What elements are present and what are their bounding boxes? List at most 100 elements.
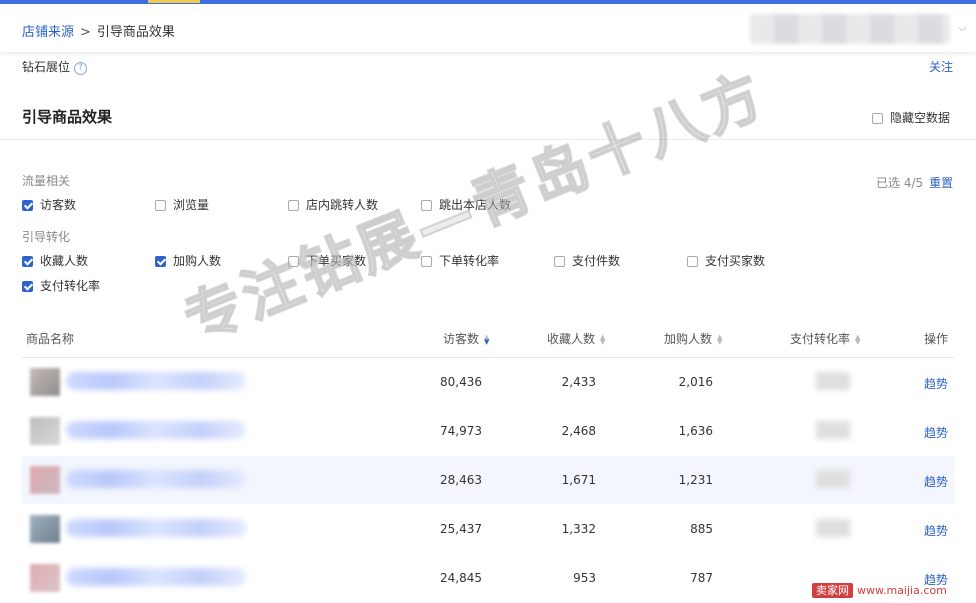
product-name-blurred[interactable] (66, 519, 246, 537)
trend-link[interactable]: 趋势 (924, 424, 948, 441)
favorites-cell: 1,332 (561, 522, 596, 536)
table-row: 28,463 1,671 1,231 趋势 (22, 456, 954, 504)
favorites-cell: 953 (573, 571, 596, 585)
sort-icon[interactable]: ▲ ▼ (717, 334, 722, 346)
checkbox-checked-icon[interactable] (22, 200, 33, 211)
header-bar: 店铺来源 > 引导商品效果 ⌵ (0, 4, 976, 52)
checkbox-icon[interactable] (288, 256, 299, 267)
trend-link[interactable]: 趋势 (924, 375, 948, 392)
metric-option-pay-items[interactable]: 支付件数 (554, 252, 620, 269)
pay-rate-blurred (816, 519, 850, 537)
column-header-product: 商品名称 (26, 332, 75, 346)
column-header-label: 加购人数 (664, 332, 713, 346)
checkbox-icon[interactable] (872, 113, 883, 124)
metric-option-pay-rate[interactable]: 支付转化率 (22, 277, 100, 294)
shop-selector-blurred[interactable] (750, 14, 950, 44)
reset-link[interactable]: 重置 (929, 176, 953, 190)
checkbox-icon[interactable] (421, 200, 432, 211)
checkbox-icon[interactable] (687, 256, 698, 267)
source-label: 钻石展位? (22, 58, 88, 75)
column-header-label: 支付转化率 (790, 332, 851, 346)
selected-count: 已选 4/5 重置 (876, 174, 953, 191)
page-title: 引导商品效果 (22, 108, 113, 126)
metric-option-order-buyers[interactable]: 下单买家数 (288, 252, 366, 269)
checkbox-icon[interactable] (155, 200, 166, 211)
trend-link[interactable]: 趋势 (924, 522, 948, 539)
add-cart-cell: 1,231 (678, 473, 713, 487)
metric-option-label: 支付买家数 (705, 254, 766, 268)
breadcrumb: 店铺来源 > 引导商品效果 (22, 21, 175, 40)
add-cart-cell: 885 (690, 522, 713, 536)
follow-link[interactable]: 关注 (929, 58, 953, 75)
checkbox-icon[interactable] (554, 256, 565, 267)
active-tab-marker (148, 0, 200, 3)
metric-option-label: 下单转化率 (439, 254, 500, 268)
metric-option-label: 支付件数 (572, 254, 621, 268)
column-header-visitors[interactable]: 访客数 ▲ ▼ (443, 330, 489, 347)
product-name-blurred[interactable] (66, 372, 246, 390)
product-name-blurred[interactable] (66, 421, 246, 439)
metric-option-favorites[interactable]: 收藏人数 (22, 252, 88, 269)
column-header-favorites[interactable]: 收藏人数 ▲ ▼ (547, 330, 605, 347)
table-row: 80,436 2,433 2,016 趋势 (22, 358, 954, 406)
add-cart-cell: 2,016 (678, 375, 713, 389)
pay-rate-blurred (816, 372, 850, 390)
product-thumbnail-blurred (30, 564, 60, 592)
column-header-label: 访客数 (443, 332, 480, 346)
visitors-cell: 25,437 (440, 522, 482, 536)
visitors-cell: 24,845 (440, 571, 482, 585)
help-icon[interactable]: ? (74, 62, 88, 75)
metric-option-label: 跳出本店人数 (439, 198, 512, 212)
product-name-blurred[interactable] (66, 470, 246, 488)
breadcrumb-parent-link[interactable]: 店铺来源 (22, 25, 74, 40)
table-row: 25,437 1,332 885 趋势 (22, 505, 954, 553)
sort-icon[interactable]: ▲ ▼ (855, 334, 860, 346)
column-header-add-cart[interactable]: 加购人数 ▲ ▼ (664, 330, 722, 347)
favorites-cell: 1,671 (561, 473, 596, 487)
metric-option-inshop-jumps[interactable]: 店内跳转人数 (288, 196, 378, 213)
group-label-traffic: 流量相关 (22, 174, 71, 188)
chevron-down-icon[interactable]: ⌵ (958, 21, 966, 35)
metric-option-add-cart[interactable]: 加购人数 (155, 252, 221, 269)
breadcrumb-current: 引导商品效果 (96, 25, 175, 40)
metric-option-pay-buyers[interactable]: 支付买家数 (687, 252, 765, 269)
metric-option-order-rate[interactable]: 下单转化率 (421, 252, 499, 269)
column-header-action: 操作 (924, 332, 949, 346)
checkbox-icon[interactable] (421, 256, 432, 267)
breadcrumb-separator: > (80, 25, 91, 40)
checkbox-checked-icon[interactable] (22, 281, 33, 292)
site-watermark: 卖家网 www.maijia.com (812, 582, 947, 598)
add-cart-cell: 787 (690, 571, 713, 585)
group-label-conversion: 引导转化 (22, 230, 71, 244)
sort-desc-active-icon[interactable]: ▲ ▼ (484, 334, 489, 346)
metric-option-label: 店内跳转人数 (306, 198, 379, 212)
metric-option-pageviews[interactable]: 浏览量 (155, 196, 209, 213)
metric-option-label: 访客数 (40, 198, 77, 212)
metric-option-label: 下单买家数 (306, 254, 367, 268)
product-thumbnail-blurred (30, 515, 60, 543)
product-name-blurred[interactable] (66, 568, 246, 586)
checkbox-icon[interactable] (288, 200, 299, 211)
table-row: 74,973 2,468 1,636 趋势 (22, 407, 954, 455)
metric-option-bounce[interactable]: 跳出本店人数 (421, 196, 511, 213)
trend-link[interactable]: 趋势 (924, 473, 948, 490)
sort-icon[interactable]: ▲ ▼ (600, 334, 605, 346)
divider (0, 139, 976, 140)
visitors-cell: 74,973 (440, 424, 482, 438)
pay-rate-blurred (816, 470, 850, 488)
checkbox-checked-icon[interactable] (155, 256, 166, 267)
checkbox-checked-icon[interactable] (22, 256, 33, 267)
add-cart-cell: 1,636 (678, 424, 713, 438)
product-thumbnail-blurred (30, 417, 60, 445)
metric-option-label: 加购人数 (173, 254, 222, 268)
metric-option-visitors[interactable]: 访客数 (22, 196, 76, 213)
metric-option-label: 浏览量 (173, 198, 210, 212)
product-thumbnail-blurred (30, 368, 60, 396)
selected-count-text: 已选 4/5 (876, 176, 924, 190)
hide-empty-checkbox[interactable]: 隐藏空数据 (872, 109, 950, 126)
metric-option-label: 收藏人数 (40, 254, 89, 268)
column-header-pay-rate[interactable]: 支付转化率 ▲ ▼ (790, 330, 860, 347)
column-header-label: 收藏人数 (547, 332, 596, 346)
favorites-cell: 2,433 (561, 375, 596, 389)
site-watermark-url: www.maijia.com (857, 584, 947, 597)
